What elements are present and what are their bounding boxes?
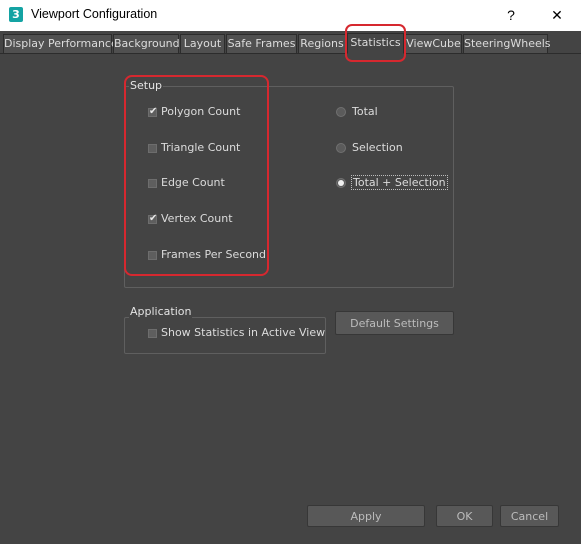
- close-button[interactable]: ✕: [544, 6, 570, 24]
- radio-circle[interactable]: [336, 107, 346, 117]
- radio-circle[interactable]: [336, 178, 346, 188]
- cancel-button[interactable]: Cancel: [500, 505, 559, 527]
- help-button[interactable]: ?: [498, 6, 524, 24]
- default-settings-button[interactable]: Default Settings: [335, 311, 454, 335]
- selection-radio[interactable]: Selection: [336, 140, 403, 156]
- total-label: Total: [352, 105, 378, 118]
- total-radio[interactable]: Total: [336, 104, 378, 120]
- ok-button[interactable]: OK: [436, 505, 493, 527]
- show-statistics-checkbox[interactable]: Show Statistics in Active View: [148, 325, 325, 341]
- tab-steeringwheels[interactable]: SteeringWheels: [463, 34, 551, 53]
- application-group-label: Application: [129, 305, 193, 318]
- app-icon: 3: [9, 7, 23, 22]
- show-statistics-label: Show Statistics in Active View: [161, 326, 326, 339]
- statistics-tab-highlight: [345, 24, 406, 62]
- total-plus-selection-label: Total + Selection: [351, 175, 448, 190]
- setup-checkboxes-highlight: [124, 75, 269, 276]
- tab-safe-frames[interactable]: Safe Frames: [226, 34, 297, 53]
- apply-button[interactable]: Apply: [307, 505, 425, 527]
- window-title: Viewport Configuration: [31, 7, 158, 21]
- radio-dot-icon: [338, 180, 344, 186]
- tab-divider: [0, 53, 581, 54]
- tab-layout[interactable]: Layout: [180, 34, 225, 53]
- total-plus-selection-radio[interactable]: Total + Selection: [336, 175, 448, 191]
- checkbox-box[interactable]: [148, 328, 157, 338]
- radio-circle[interactable]: [336, 143, 346, 153]
- selection-label: Selection: [352, 141, 403, 154]
- tab-display-performance[interactable]: Display Performance: [3, 34, 118, 53]
- tab-viewcube[interactable]: ViewCube: [405, 34, 462, 53]
- tab-regions[interactable]: Regions: [298, 34, 346, 53]
- tab-background[interactable]: Background: [113, 34, 180, 53]
